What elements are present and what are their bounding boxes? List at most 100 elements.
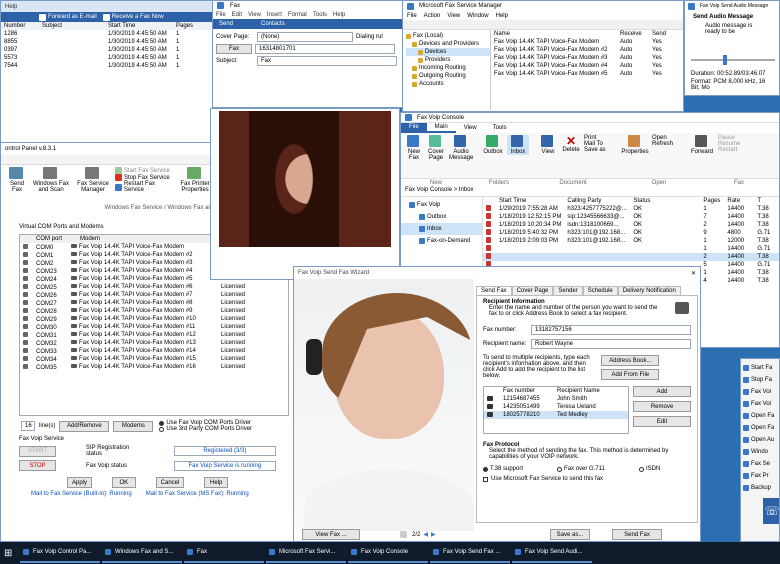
menu-item[interactable]: View bbox=[248, 12, 261, 18]
refresh-button[interactable]: Refresh bbox=[652, 141, 686, 147]
menu-item[interactable]: Help bbox=[496, 13, 508, 19]
menu-item[interactable]: Help bbox=[333, 12, 345, 18]
table-row[interactable]: 12154687455 John Smith bbox=[484, 395, 628, 403]
menu-help[interactable]: Help bbox=[5, 4, 17, 10]
table-row[interactable]: 1286 1/30/2019 4:45:50 AM 1 bbox=[1, 30, 214, 38]
windows-fax-scan-button[interactable]: Windows Fax and Scan bbox=[31, 167, 71, 193]
table-row[interactable]: 18025778210 Ted Medley bbox=[484, 411, 628, 419]
table-row[interactable]: COM35 Fax Voip 14.4K TAPI Voice-Fax Modem… bbox=[20, 363, 288, 371]
table-row[interactable]: 1/18/2019 5:40:32 PM h323:101@192.168... O… bbox=[483, 229, 779, 237]
apply-button[interactable]: Apply bbox=[67, 477, 93, 488]
table-row[interactable]: 1 14400 G.71 bbox=[483, 245, 779, 253]
mail-to-fax-builtin-link[interactable]: Mail to Fax Service (Built-in): Running bbox=[31, 491, 132, 497]
new-fax-button[interactable]: New Fax bbox=[405, 135, 423, 161]
add-button[interactable]: Add bbox=[633, 386, 691, 397]
fax-service-manager-button[interactable]: Fax Service Manager bbox=[75, 167, 111, 193]
phone-tile[interactable]: ☏ bbox=[763, 498, 779, 524]
tray-menu-item[interactable]: Start Fa bbox=[741, 362, 779, 374]
table-row[interactable]: COM26 Fax Voip 14.4K TAPI Voice-Fax Modem… bbox=[20, 291, 288, 299]
restart-fax-service[interactable]: Restart Fax Service bbox=[115, 181, 171, 193]
start-icon[interactable]: ⊞ bbox=[4, 548, 18, 559]
table-row[interactable]: COM33 Fax Voip 14.4K TAPI Voice-Fax Modem… bbox=[20, 347, 288, 355]
wizard-tab[interactable]: Sender bbox=[553, 285, 583, 295]
table-row[interactable]: COM32 Fax Voip 14.4K TAPI Voice-Fax Modem… bbox=[20, 339, 288, 347]
protocol-g711[interactable]: Fax over G.711 bbox=[557, 466, 605, 472]
delete-button[interactable]: ✕ Delete bbox=[561, 135, 581, 153]
table-row[interactable]: COM30 Fax Voip 14.4K TAPI Voice-Fax Modem… bbox=[20, 323, 288, 331]
forward-button[interactable]: Forward bbox=[689, 135, 715, 155]
taskbar-item[interactable]: Fax Voip Control Pa... bbox=[20, 543, 100, 563]
fax-to-button[interactable]: Fax bbox=[216, 44, 252, 54]
menu-item[interactable]: View bbox=[447, 13, 460, 19]
table-row[interactable]: 1/18/2019 10:20:34 PM isdn:1318100669... O… bbox=[483, 221, 779, 229]
add-from-file-button[interactable]: Add From File bbox=[601, 369, 660, 380]
start-fax-service[interactable]: Start Fax Service bbox=[115, 167, 171, 174]
table-row[interactable]: 2 14400 T.38 bbox=[483, 253, 779, 261]
tree-item[interactable]: Accounts bbox=[406, 80, 490, 88]
taskbar-item[interactable]: Fax bbox=[184, 543, 264, 563]
table-row[interactable]: 7544 1/30/2019 4:45:50 AM 1 bbox=[1, 62, 214, 70]
table-row[interactable]: 0397 1/30/2019 4:45:50 AM 1 bbox=[1, 46, 214, 54]
cover-page-button[interactable]: Cover Page bbox=[426, 135, 446, 161]
wizard-tab[interactable]: Delivery Notification bbox=[617, 285, 681, 295]
lines-input[interactable]: 16 bbox=[21, 421, 35, 431]
tray-menu-item[interactable]: Stop Fa bbox=[741, 374, 779, 386]
add-remove-button[interactable]: Add/Remove bbox=[59, 420, 110, 432]
menu-item[interactable]: File bbox=[216, 12, 226, 18]
table-row[interactable]: 1/18/2019 12:52:15 PM sip:12345566633@...… bbox=[483, 213, 779, 221]
subject-input[interactable]: Fax bbox=[257, 56, 397, 66]
menu-item[interactable]: Format bbox=[288, 12, 307, 18]
tab-view[interactable]: View bbox=[456, 124, 485, 132]
ms-fax-checkbox[interactable]: Use Microsoft Fax Service to send this f… bbox=[483, 476, 691, 482]
view-fax-button[interactable]: View Fax ... bbox=[302, 529, 360, 540]
protocol-t38[interactable]: T.38 support bbox=[483, 466, 523, 472]
fax-printer-properties-button[interactable]: Fax Printer Properties bbox=[175, 167, 215, 193]
view-button[interactable]: View bbox=[538, 135, 558, 155]
table-row[interactable]: 5573 1/30/2019 4:45:50 AM 1 bbox=[1, 54, 214, 62]
table-row[interactable]: COM29 Fax Voip 14.4K TAPI Voice-Fax Modem… bbox=[20, 315, 288, 323]
table-row[interactable]: Fax Voip 14.4K TAPI Voice-Fax Modem Auto Y… bbox=[491, 38, 683, 46]
remove-button[interactable]: Remove bbox=[633, 401, 691, 412]
forward-email-button[interactable]: Forward as E-mail bbox=[39, 13, 97, 21]
taskbar-item[interactable]: Fax Voip Send Fax ... bbox=[430, 543, 510, 563]
fax-number-input[interactable]: 13182757156 bbox=[531, 325, 691, 335]
contacts-button[interactable]: Contacts bbox=[261, 21, 285, 27]
recipient-list[interactable]: Fax number Recipient Name 12154687455 John… bbox=[483, 386, 629, 434]
table-row[interactable]: Fax Voip 14.4K TAPI Voice-Fax Modem #5 Au… bbox=[491, 70, 683, 78]
table-row[interactable]: COM34 Fax Voip 14.4K TAPI Voice-Fax Modem… bbox=[20, 355, 288, 363]
tray-menu-item[interactable]: Fax Pr bbox=[741, 470, 779, 482]
save-as-button[interactable]: Save as... bbox=[550, 529, 590, 540]
restart-button[interactable]: Restart bbox=[718, 147, 752, 153]
table-row[interactable]: 1/29/2019 7:55:28 AM h323:4257775222@... O… bbox=[483, 205, 779, 213]
table-row[interactable]: COM27 Fax Voip 14.4K TAPI Voice-Fax Modem… bbox=[20, 299, 288, 307]
tree-item[interactable]: Inbox bbox=[401, 223, 482, 235]
edit-button[interactable]: Edit bbox=[633, 416, 691, 427]
prev-page-icon[interactable]: ◀ bbox=[423, 531, 428, 538]
tab-file[interactable]: File bbox=[401, 123, 427, 133]
cancel-button[interactable]: Cancel bbox=[155, 477, 185, 488]
send-fax-button[interactable]: Send Fax bbox=[612, 529, 662, 540]
cover-page-select[interactable]: (None) bbox=[257, 32, 353, 42]
receive-fax-button[interactable]: Receive a Fax Now bbox=[102, 13, 164, 21]
taskbar-item[interactable]: Windows Fax and S... bbox=[102, 543, 182, 563]
tree-item[interactable]: Devices and Providers bbox=[406, 40, 490, 48]
taskbar-item[interactable]: Microsoft Fax Servi... bbox=[266, 543, 346, 563]
tree-item[interactable]: Devices bbox=[406, 48, 490, 56]
inbox-button[interactable]: Inbox bbox=[507, 135, 529, 155]
audio-message-button[interactable]: Audio Message bbox=[449, 135, 473, 161]
tree-item[interactable]: Outbox bbox=[401, 211, 482, 223]
address-book-button[interactable]: Address Book... bbox=[601, 355, 660, 366]
wizard-tab[interactable]: Schedule bbox=[582, 285, 618, 295]
table-row[interactable]: Fax Voip 14.4K TAPI Voice-Fax Modem #3 Au… bbox=[491, 54, 683, 62]
table-row[interactable]: COM31 Fax Voip 14.4K TAPI Voice-Fax Modem… bbox=[20, 331, 288, 339]
send-button[interactable]: Send bbox=[219, 21, 233, 27]
send-fax-ribbon-button[interactable]: Send Fax bbox=[7, 167, 27, 193]
tab-main[interactable]: Main bbox=[426, 123, 456, 133]
table-row[interactable]: COM25 Fax Voip 14.4K TAPI Voice-Fax Modem… bbox=[20, 283, 288, 291]
stop-button[interactable]: STOP bbox=[19, 460, 56, 471]
mail-to-fax-msfax-link[interactable]: Mail to Fax Service (MS Fax): Running bbox=[146, 491, 249, 497]
tree-item[interactable]: Fax (Local) bbox=[406, 32, 490, 40]
modems-button[interactable]: Modems bbox=[113, 420, 154, 432]
help-button[interactable]: Help bbox=[204, 477, 228, 488]
table-row[interactable]: 14235051499 Teresa Ueland bbox=[484, 403, 628, 411]
